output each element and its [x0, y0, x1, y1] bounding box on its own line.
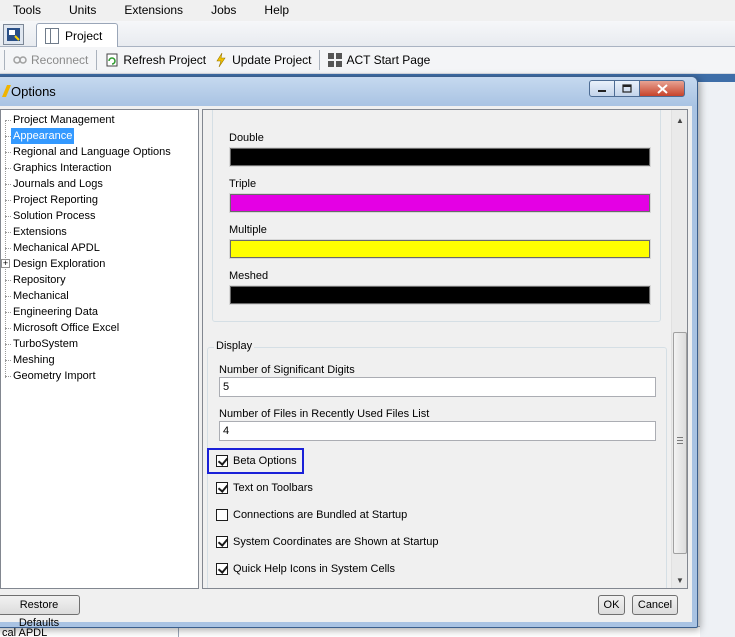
- menu-bar: Tools Units Extensions Jobs Help: [0, 0, 735, 21]
- tree-item-label: Mechanical APDL: [13, 242, 100, 254]
- colors-group: Double Triple Multiple Meshed: [212, 110, 661, 322]
- connections-bundled-row[interactable]: Connections are Bundled at Startup: [216, 507, 407, 523]
- menu-extensions[interactable]: Extensions: [110, 0, 197, 21]
- toolbar-separator: [4, 50, 5, 70]
- toolbar-separator: [319, 50, 321, 70]
- project-page-icon: [45, 28, 59, 44]
- scroll-up-icon[interactable]: ▲: [675, 116, 685, 126]
- tab-project[interactable]: Project: [36, 23, 118, 48]
- text-on-toolbars-label: Text on Toolbars: [233, 482, 313, 494]
- tree-item-label: Extensions: [13, 226, 67, 238]
- close-button[interactable]: [639, 80, 685, 97]
- toolbar-separator: [96, 50, 98, 70]
- display-group-title: Display: [214, 340, 255, 352]
- expand-plus-icon[interactable]: +: [1, 259, 10, 268]
- act-start-page-button[interactable]: ACT Start Page: [324, 50, 434, 70]
- system-coordinates-checkbox[interactable]: [216, 536, 228, 548]
- system-coordinates-row[interactable]: System Coordinates are Shown at Startup: [216, 534, 438, 550]
- menu-units[interactable]: Units: [55, 0, 110, 21]
- tree-item-label: TurboSystem: [13, 338, 79, 350]
- ok-button[interactable]: OK: [598, 595, 625, 615]
- tree-item-label: Appearance: [11, 128, 75, 144]
- beta-options-row[interactable]: Beta Options: [216, 453, 297, 469]
- tree-item-label: Microsoft Office Excel: [13, 322, 120, 334]
- appearance-settings-panel: Double Triple Multiple Meshed Display Nu…: [202, 109, 688, 589]
- dialog-body: Project Management Appearance Regional a…: [0, 106, 692, 629]
- triple-color-label: Triple: [229, 178, 257, 190]
- refresh-project-button[interactable]: Refresh Project: [101, 50, 210, 70]
- refresh-icon: [105, 53, 119, 67]
- tree-item-label: Regional and Language Options: [13, 146, 171, 158]
- tree-item-label: Engineering Data: [13, 306, 99, 318]
- close-icon: [656, 83, 668, 94]
- connections-bundled-checkbox[interactable]: [216, 509, 228, 521]
- restore-defaults-button[interactable]: Restore Defaults: [0, 595, 80, 629]
- scroll-thumb[interactable]: [673, 332, 687, 554]
- system-coordinates-label: System Coordinates are Shown at Startup: [233, 536, 439, 548]
- scroll-down-icon[interactable]: ▼: [675, 576, 685, 586]
- beta-options-checkbox[interactable]: [216, 455, 228, 467]
- tree-item-label: Mechanical: [13, 290, 69, 302]
- triple-color-swatch[interactable]: [229, 193, 651, 213]
- connections-bundled-label: Connections are Bundled at Startup: [233, 509, 408, 521]
- tree-item-label: Design Exploration: [13, 258, 106, 270]
- quick-help-icons-row[interactable]: Quick Help Icons in System Cells: [216, 561, 395, 577]
- recent-files-label: Number of Files in Recently Used Files L…: [219, 408, 430, 420]
- tree-item-label: Graphics Interaction: [13, 162, 112, 174]
- update-project-button[interactable]: Update Project: [210, 50, 315, 70]
- quick-help-icons-label: Quick Help Icons in System Cells: [233, 563, 395, 575]
- tree-item-label: Geometry Import: [13, 370, 96, 382]
- background-splitter: [178, 627, 179, 637]
- tree-item-label: Project Reporting: [13, 194, 98, 206]
- lightning-icon: [214, 52, 228, 68]
- menu-jobs[interactable]: Jobs: [197, 0, 250, 21]
- tab-bar: Project: [0, 21, 735, 48]
- double-color-label: Double: [229, 132, 264, 144]
- tree-item-label: Project Management: [13, 114, 115, 126]
- scroll-grip-icon: [677, 437, 683, 445]
- options-tree: Project Management Appearance Regional a…: [0, 109, 199, 589]
- significant-digits-input[interactable]: [219, 377, 656, 397]
- tree-item-label: Solution Process: [13, 210, 96, 222]
- tree-connector: [5, 120, 6, 378]
- cancel-button[interactable]: Cancel: [632, 595, 678, 615]
- meshed-color-label: Meshed: [229, 270, 269, 282]
- options-dialog: Options Project Management Appearance Re…: [0, 76, 698, 629]
- tree-item-label: Journals and Logs: [13, 178, 103, 190]
- text-on-toolbars-row[interactable]: Text on Toolbars: [216, 480, 313, 496]
- reconnect-label: Reconnect: [31, 53, 89, 67]
- multiple-color-swatch[interactable]: [229, 239, 651, 259]
- reconnect-icon: [13, 53, 27, 67]
- beta-options-label: Beta Options: [233, 455, 297, 467]
- multiple-color-label: Multiple: [229, 224, 267, 236]
- dialog-titlebar[interactable]: Options: [0, 77, 697, 106]
- act-start-page-label: ACT Start Page: [346, 53, 431, 67]
- minimize-icon: [598, 89, 606, 92]
- meshed-color-swatch[interactable]: [229, 285, 651, 305]
- toolbar: Reconnect Refresh Project Update Project…: [0, 47, 735, 74]
- recent-files-input[interactable]: [219, 421, 656, 441]
- menu-tools[interactable]: Tools: [0, 0, 55, 21]
- quick-help-icons-checkbox[interactable]: [216, 563, 228, 575]
- double-color-swatch[interactable]: [229, 147, 651, 167]
- content-scrollbar[interactable]: ▲ ▼: [671, 110, 687, 588]
- workbench-app-icon[interactable]: [3, 24, 24, 45]
- dialog-title: Options: [11, 84, 56, 99]
- minimize-button[interactable]: [589, 80, 615, 97]
- refresh-project-label: Refresh Project: [123, 53, 207, 67]
- background-panel: [697, 82, 735, 637]
- menu-help[interactable]: Help: [250, 0, 303, 21]
- tree-item-label: Meshing: [13, 354, 55, 366]
- maximize-icon: [622, 84, 632, 93]
- grid-icon: [328, 53, 343, 67]
- tab-project-label: Project: [65, 29, 103, 43]
- significant-digits-label: Number of Significant Digits: [219, 364, 355, 376]
- reconnect-button[interactable]: Reconnect: [9, 50, 92, 70]
- ansys-logo-icon: [2, 85, 11, 97]
- tree-item-label: Repository: [13, 274, 66, 286]
- maximize-button[interactable]: [614, 80, 640, 97]
- text-on-toolbars-checkbox[interactable]: [216, 482, 228, 494]
- update-project-label: Update Project: [232, 53, 312, 67]
